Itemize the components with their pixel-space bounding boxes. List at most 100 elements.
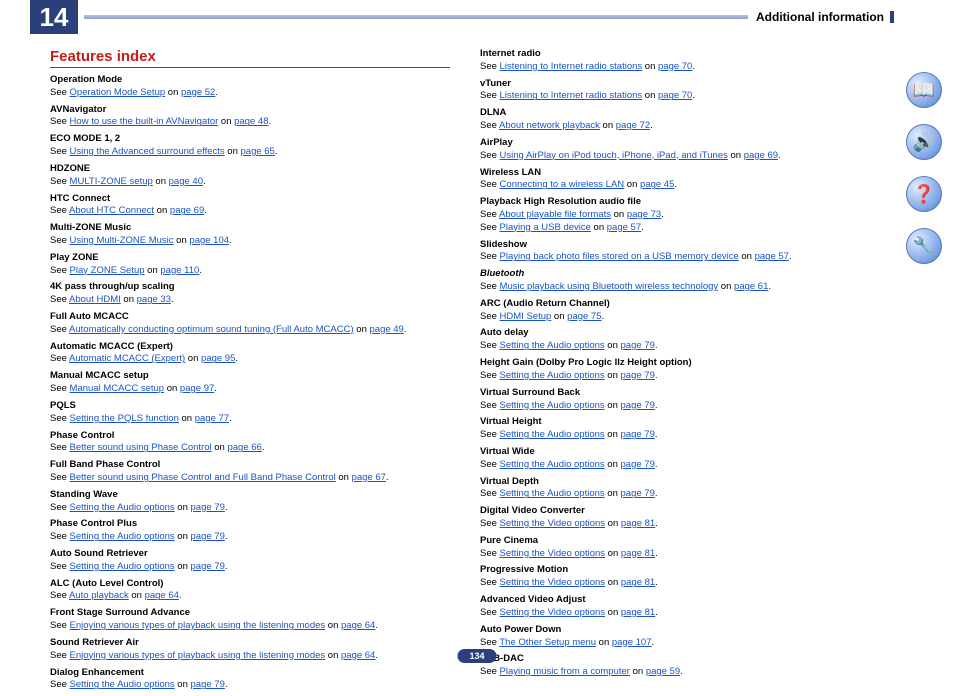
page-link[interactable]: page 75 — [567, 311, 601, 322]
page-link[interactable]: page 79 — [191, 502, 225, 513]
topic-link[interactable]: Manual MCACC setup — [70, 383, 165, 394]
topic-link[interactable]: Listening to Internet radio stations — [500, 61, 643, 72]
topic-link[interactable]: Setting the Audio options — [70, 561, 175, 572]
topic-link[interactable]: Automatic MCACC (Expert) — [69, 353, 185, 364]
page-link[interactable]: page 64 — [341, 620, 375, 631]
topic-link[interactable]: Listening to Internet radio stations — [500, 90, 643, 101]
page-link[interactable]: page 110 — [160, 265, 199, 276]
topic-link[interactable]: Better sound using Phase Control and Ful… — [70, 472, 336, 483]
help-icon[interactable]: ❓ — [906, 176, 942, 212]
topic-link[interactable]: Playing back photo files stored on a USB… — [500, 251, 739, 262]
feature-entry: Virtual DepthSee Setting the Audio optio… — [480, 476, 880, 502]
page-link[interactable]: page 81 — [621, 607, 655, 618]
page-link[interactable]: page 64 — [145, 590, 179, 601]
topic-link[interactable]: Playing a USB device — [500, 222, 591, 233]
topic-link[interactable]: The Other Setup menu — [499, 637, 596, 648]
page-link[interactable]: page 73 — [627, 209, 661, 220]
topic-link[interactable]: Setting the PQLS function — [70, 413, 179, 424]
topic-link[interactable]: About network playback — [499, 120, 600, 131]
page-link[interactable]: page 69 — [170, 205, 204, 216]
page-link[interactable]: page 81 — [621, 577, 655, 588]
page-link[interactable]: page 77 — [195, 413, 229, 424]
topic-link[interactable]: Setting the Audio options — [500, 488, 605, 499]
page-link[interactable]: page 79 — [191, 679, 225, 690]
book-icon[interactable]: 📖 — [906, 72, 942, 108]
page-link[interactable]: page 81 — [621, 518, 655, 529]
topic-link[interactable]: Connecting to a wireless LAN — [500, 179, 625, 190]
page-link[interactable]: page 104 — [189, 235, 229, 246]
page-link[interactable]: page 67 — [352, 472, 386, 483]
page-link[interactable]: page 95 — [201, 353, 235, 364]
entry-reference: See Setting the Audio options on page 79… — [480, 429, 880, 442]
page-link[interactable]: page 45 — [640, 179, 674, 190]
page-link[interactable]: page 81 — [621, 548, 655, 559]
topic-link[interactable]: Setting the Audio options — [500, 459, 605, 470]
topic-link[interactable]: Operation Mode Setup — [70, 87, 166, 98]
page-link[interactable]: page 66 — [227, 442, 261, 453]
topic-link[interactable]: How to use the built-in AVNavigator — [70, 116, 219, 127]
topic-link[interactable]: Setting the Audio options — [70, 679, 175, 690]
page-link[interactable]: page 79 — [621, 429, 655, 440]
topic-link[interactable]: Setting the Audio options — [500, 340, 605, 351]
page-link[interactable]: page 79 — [191, 561, 225, 572]
page-link[interactable]: page 48 — [234, 116, 268, 127]
entry-title: Manual MCACC setup — [50, 370, 450, 383]
page-link[interactable]: page 61 — [734, 281, 768, 292]
page-link[interactable]: page 70 — [658, 61, 692, 72]
page-link[interactable]: page 70 — [658, 90, 692, 101]
topic-link[interactable]: Music playback using Bluetooth wireless … — [500, 281, 719, 292]
topic-link[interactable]: Setting the Video options — [500, 577, 605, 588]
page-link[interactable]: page 97 — [180, 383, 214, 394]
topic-link[interactable]: Enjoying various types of playback using… — [70, 650, 326, 661]
page-link[interactable]: page 79 — [191, 531, 225, 542]
topic-link[interactable]: HDMI Setup — [500, 311, 552, 322]
entry-reference: See Setting the Video options on page 81… — [480, 548, 880, 561]
page-link[interactable]: page 79 — [621, 459, 655, 470]
page-link[interactable]: page 40 — [169, 176, 203, 187]
page-link[interactable]: page 107 — [612, 637, 652, 648]
topic-link[interactable]: MULTI-ZONE setup — [70, 176, 153, 187]
topic-link[interactable]: Setting the Audio options — [70, 531, 175, 542]
entry-reference: See Setting the Audio options on page 79… — [50, 561, 450, 574]
topic-link[interactable]: About HDMI — [69, 294, 121, 305]
topic-link[interactable]: Setting the Video options — [500, 518, 605, 529]
topic-link[interactable]: Setting the Audio options — [500, 429, 605, 440]
topic-link[interactable]: Automatically conducting optimum sound t… — [69, 324, 354, 335]
page-link[interactable]: page 52 — [181, 87, 215, 98]
topic-link[interactable]: Auto playback — [69, 590, 129, 601]
topic-link[interactable]: Using AirPlay on iPod touch, iPhone, iPa… — [500, 150, 728, 161]
page-link[interactable]: page 79 — [621, 370, 655, 381]
topic-link[interactable]: Setting the Audio options — [500, 370, 605, 381]
page-link[interactable]: page 57 — [755, 251, 789, 262]
topic-link[interactable]: Better sound using Phase Control — [70, 442, 212, 453]
tool-icon[interactable]: 🔧 — [906, 228, 942, 264]
topic-link[interactable]: Using the Advanced surround effects — [70, 146, 225, 157]
entry-reference: See Play ZONE Setup on page 110. — [50, 265, 450, 278]
topic-link[interactable]: Enjoying various types of playback using… — [70, 620, 326, 631]
topic-link[interactable]: Playing music from a computer — [500, 666, 630, 677]
speaker-icon[interactable]: 🔊 — [906, 124, 942, 160]
entry-reference: See Auto playback on page 64. — [50, 590, 450, 603]
topic-link[interactable]: Setting the Video options — [500, 548, 605, 559]
page-link[interactable]: page 79 — [621, 340, 655, 351]
page-link[interactable]: page 33 — [137, 294, 171, 305]
page-link[interactable]: page 65 — [241, 146, 275, 157]
entry-title: HDZONE — [50, 163, 450, 176]
topic-link[interactable]: Setting the Video options — [500, 607, 605, 618]
topic-link[interactable]: About playable file formats — [499, 209, 611, 220]
page-link[interactable]: page 79 — [621, 488, 655, 499]
page-link[interactable]: page 69 — [744, 150, 778, 161]
page-link[interactable]: page 49 — [370, 324, 404, 335]
topic-link[interactable]: About HTC Connect — [69, 205, 154, 216]
page-link[interactable]: page 79 — [621, 400, 655, 411]
page-link[interactable]: page 64 — [341, 650, 375, 661]
entry-title: Automatic MCACC (Expert) — [50, 341, 450, 354]
page-link[interactable]: page 57 — [607, 222, 641, 233]
entry-reference: See Playing back photo files stored on a… — [480, 251, 880, 264]
page-link[interactable]: page 72 — [616, 120, 650, 131]
topic-link[interactable]: Using Multi-ZONE Music — [70, 235, 174, 246]
topic-link[interactable]: Setting the Audio options — [70, 502, 175, 513]
topic-link[interactable]: Setting the Audio options — [500, 400, 605, 411]
topic-link[interactable]: Play ZONE Setup — [70, 265, 145, 276]
page-link[interactable]: page 59 — [646, 666, 680, 677]
